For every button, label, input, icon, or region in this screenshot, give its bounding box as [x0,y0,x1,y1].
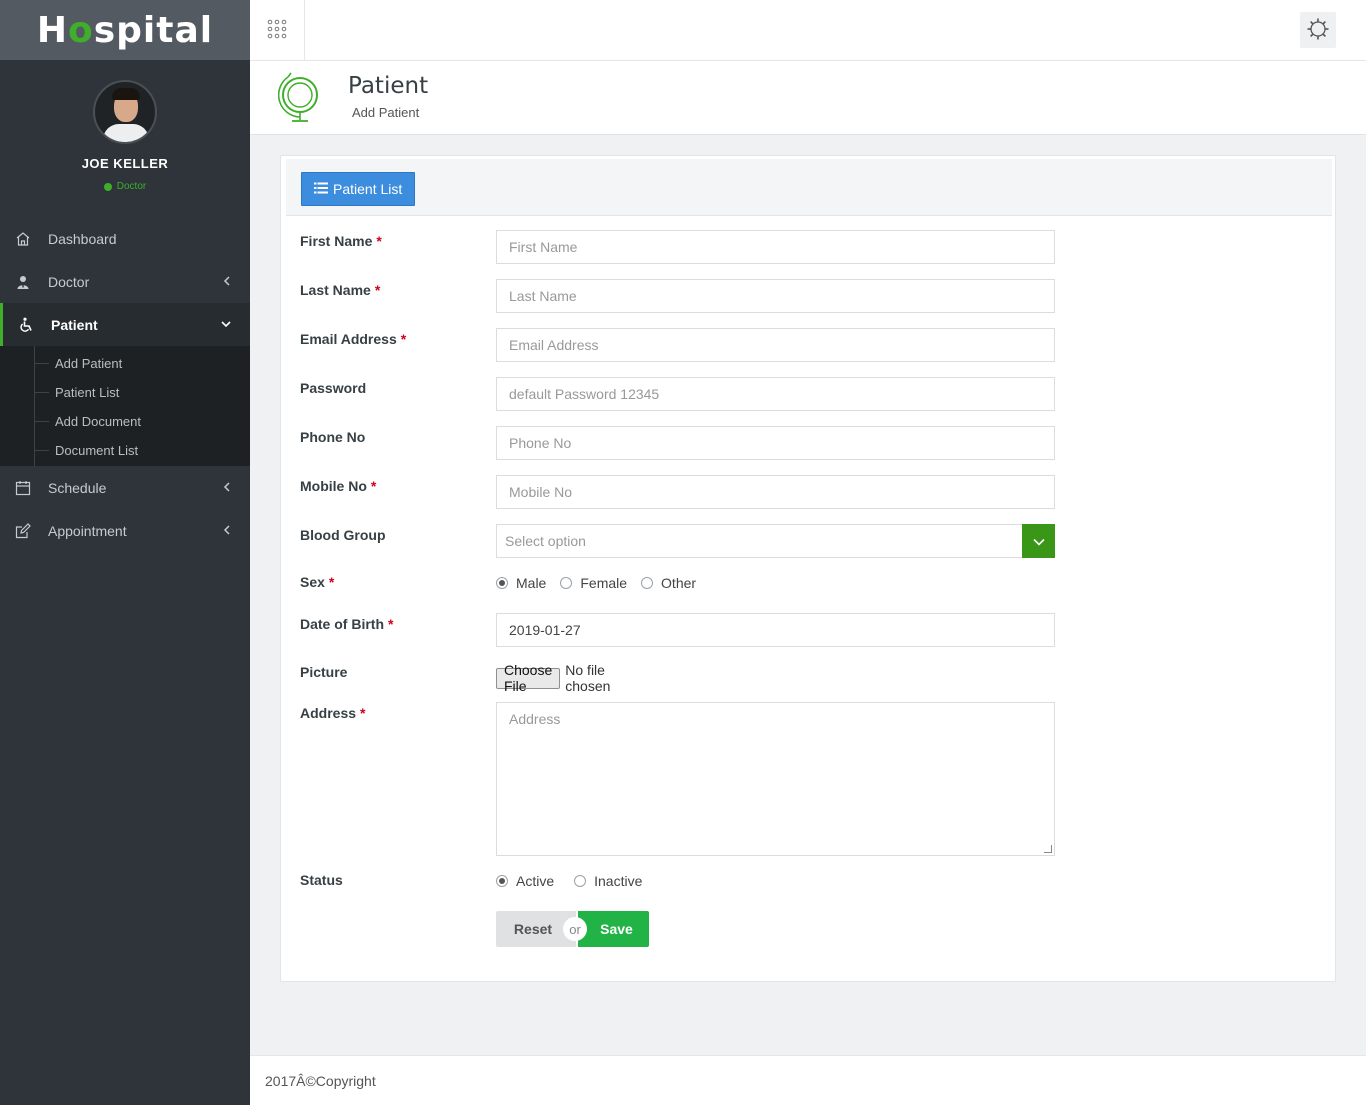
status-option-inactive[interactable]: Inactive [574,873,642,889]
chevron-left-icon [222,480,232,496]
phone-input[interactable]: Phone No [496,426,1055,460]
settings-button[interactable] [1300,12,1336,48]
radio-other[interactable] [641,577,654,589]
logo-text: Hospital [36,9,214,51]
calendar-icon [14,479,32,497]
profile-role: Doctor [0,181,250,192]
blood-group-select[interactable]: Select option [496,524,1055,558]
mobile-label: Mobile No * [300,478,377,494]
chevron-down-icon [1032,525,1045,557]
page-subtitle: Add Patient [352,105,420,120]
choose-file-button[interactable]: Choose File [496,662,561,694]
sidebar-menu: Dashboard Doctor Patient Add Patient Pat… [0,217,250,552]
sex-option-male[interactable]: Male [496,575,546,591]
apps-grid-icon [267,19,287,42]
sidebar-item-label: Dashboard [48,230,117,247]
file-status: No file chosen [565,662,611,694]
status-radio-group: Active Inactive [496,873,656,889]
panel-heading: Patient List [286,159,1332,216]
last-name-label: Last Name * [300,282,381,298]
avatar[interactable] [93,80,157,144]
resize-handle[interactable] [1044,845,1052,853]
sex-option-female[interactable]: Female [560,575,627,591]
radio-active[interactable] [496,875,508,887]
email-label: Email Address * [300,331,407,347]
address-textarea[interactable]: Address [496,702,1055,856]
sidebar-item-patient[interactable]: Patient [0,303,250,346]
status-option-active[interactable]: Active [496,873,554,889]
blood-group-label: Blood Group [300,527,386,543]
list-icon [314,181,328,197]
form-actions: Reset Save or [496,911,650,947]
dob-input[interactable]: 2019-01-27 [496,613,1055,647]
address-label: Address * [300,705,366,721]
patient-list-button[interactable]: Patient List [301,172,416,206]
patient-list-label: Patient List [333,181,403,197]
sidebar-item-label: Doctor [48,273,90,290]
sex-label: Sex * [300,574,335,590]
sidebar-item-label: Patient [51,316,98,333]
radio-female[interactable] [560,577,573,589]
radio-inactive[interactable] [574,875,587,887]
mobile-input[interactable]: Mobile No [496,475,1055,509]
sidebar-item-dashboard[interactable]: Dashboard [0,217,250,260]
home-icon [14,230,32,248]
blood-group-selected: Select option [505,533,586,549]
page-header: Patient Add Patient [250,61,1366,135]
edit-icon [14,522,32,540]
copyright-text: 2017Â©Copyright [265,1073,376,1089]
patient-submenu: Add Patient Patient List Add Document Do… [0,346,250,466]
gear-icon [1306,17,1330,44]
sex-radio-group: Male Female Other [496,575,710,591]
page-title: Patient [348,73,429,99]
select-dropdown-button[interactable] [1022,524,1055,558]
sidebar-item-doctor[interactable]: Doctor [0,260,250,303]
status-label: Status [300,872,343,888]
globe-icon [277,69,324,128]
dob-label: Date of Birth * [300,616,394,632]
password-input[interactable]: default Password 12345 [496,377,1055,411]
radio-male[interactable] [496,577,508,589]
chevron-left-icon [222,523,232,539]
sex-option-other[interactable]: Other [641,575,696,591]
chevron-down-icon [220,317,232,333]
footer: 2017Â©Copyright [250,1055,1366,1105]
sidebar: Hospital JOE KELLER Doctor Dashboard Doc… [0,0,250,1105]
top-bar [250,0,1366,61]
picture-file-input[interactable]: Choose File No file chosen [496,662,610,694]
first-name-label: First Name * [300,233,382,249]
submenu-document-list[interactable]: Document List [0,436,250,465]
last-name-input[interactable]: Last Name [496,279,1055,313]
app-logo[interactable]: Hospital [0,0,250,60]
user-profile: JOE KELLER Doctor [0,60,250,226]
apps-grid-button[interactable] [250,0,305,60]
or-separator: or [563,917,587,941]
picture-label: Picture [300,664,348,680]
phone-label: Phone No [300,429,366,445]
submenu-add-document[interactable]: Add Document [0,407,250,436]
save-button[interactable]: Save [578,911,649,947]
submenu-patient-list[interactable]: Patient List [0,378,250,407]
wheelchair-icon [17,316,35,334]
first-name-input[interactable]: First Name [496,230,1055,264]
sidebar-item-label: Appointment [48,522,127,539]
chevron-left-icon [222,274,232,290]
online-status-icon [103,182,112,191]
sidebar-item-label: Schedule [48,479,107,496]
password-label: Password [300,380,367,396]
sidebar-item-appointment[interactable]: Appointment [0,509,250,552]
add-patient-panel: Patient List First Name * First Name Last… [280,155,1336,982]
email-input[interactable]: Email Address [496,328,1055,362]
profile-name: JOE KELLER [81,156,169,171]
sidebar-item-schedule[interactable]: Schedule [0,466,250,509]
doctor-icon [14,273,32,291]
submenu-add-patient[interactable]: Add Patient [0,349,250,378]
